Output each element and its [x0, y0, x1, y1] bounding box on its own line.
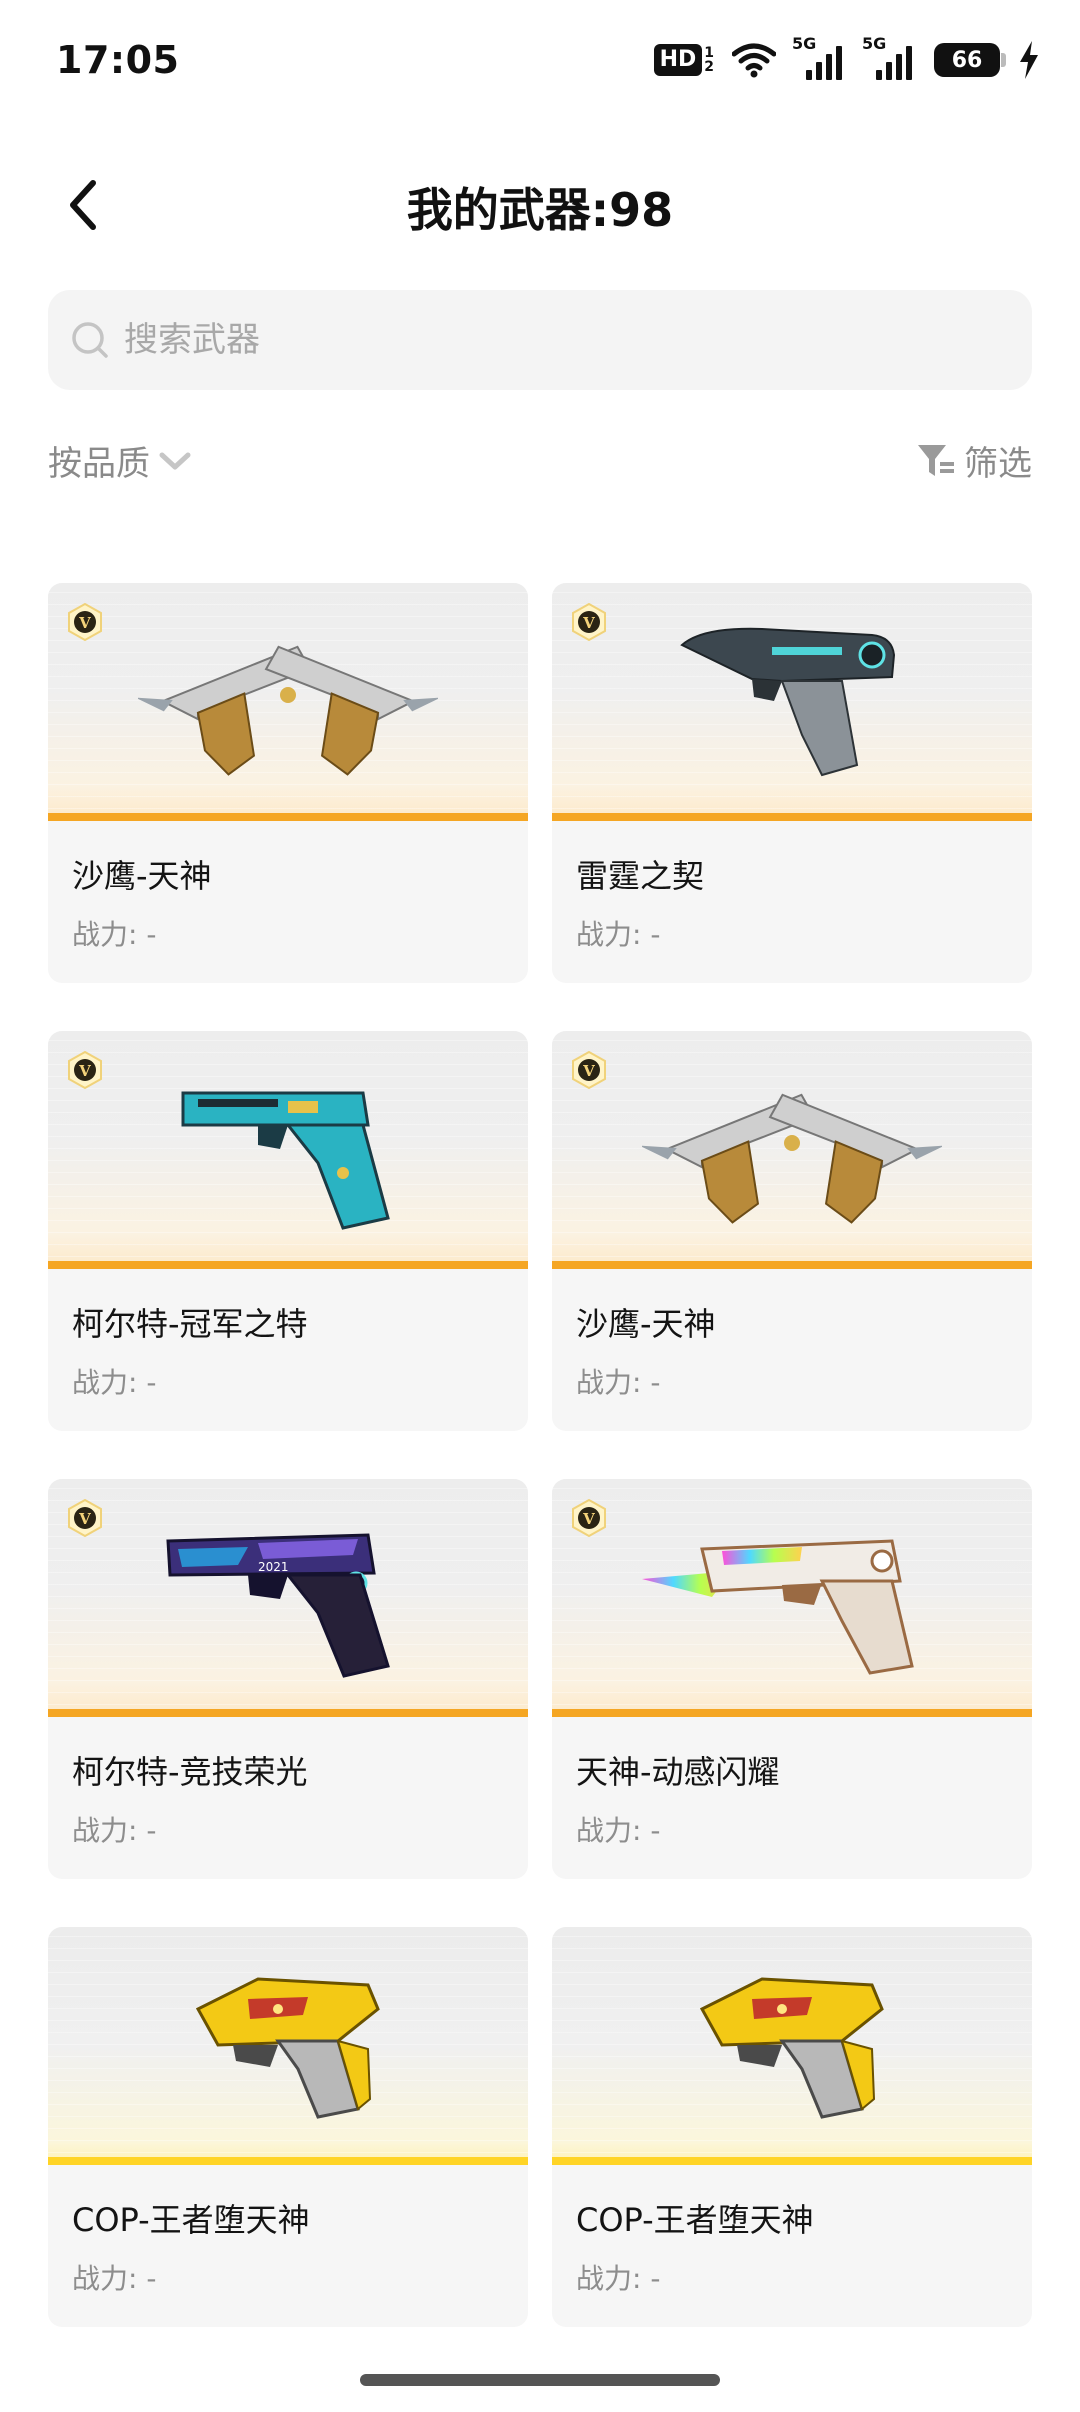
weapon-power: 战力: - [576, 1814, 661, 1847]
weapon-name: 雷霆之契 [576, 857, 705, 895]
pistol-purple-icon: 2021 [166, 1533, 390, 1678]
v-badge-icon: V [68, 1499, 102, 1537]
search-input[interactable] [122, 319, 1006, 361]
weapon-image-area: V [552, 583, 1032, 821]
v-badge-icon: V [572, 1051, 606, 1089]
weapon-card[interactable]: V 2021 柯尔特-竞技荣光 战力: - [48, 1479, 528, 1879]
pistol-rainbow-icon [642, 1539, 914, 1675]
wifi-icon [732, 43, 776, 78]
status-time: 17:05 [56, 38, 180, 82]
weapon-power: 战力: - [576, 2262, 661, 2295]
rarity-bar [48, 2157, 528, 2165]
v-badge-icon: V [68, 1051, 102, 1089]
v-badge-icon: V [572, 1499, 606, 1537]
rarity-bar [48, 1261, 528, 1269]
weapon-card[interactable]: V 天神-动感闪耀 战力: - [552, 1479, 1032, 1879]
weapon-image-area: V [552, 1479, 1032, 1717]
hd-icon: HD 1 2 [653, 44, 714, 76]
chevron-down-icon [159, 452, 191, 469]
status-icons: HD 1 2 5G 5G 66 [653, 34, 1040, 84]
weapon-image-area: V [552, 1031, 1032, 1269]
page-title: 我的武器:98 [406, 183, 674, 237]
weapon-power: 战力: - [72, 1366, 157, 1399]
v-badge-icon: V [68, 603, 102, 641]
filter-button[interactable]: 筛选 [916, 436, 1032, 485]
svg-text:2021: 2021 [258, 1560, 289, 1574]
weapon-card[interactable]: V 沙鹰-天神 战力: - [48, 583, 528, 983]
hd-sub-bottom: 2 [704, 59, 714, 75]
weapon-name: 柯尔特-竞技荣光 [72, 1753, 308, 1791]
weapon-name: COP-王者堕天神 [576, 2201, 814, 2239]
svg-text:V: V [582, 1062, 595, 1080]
rarity-bar [552, 813, 1032, 821]
weapon-power: 战力: - [576, 918, 661, 951]
hd-sub-top: 1 [704, 45, 714, 61]
pistol-dark-icon [680, 627, 896, 777]
weapon-image-area: V 2021 [48, 1479, 528, 1717]
weapon-power: 战力: - [72, 918, 157, 951]
weapon-name: 柯尔特-冠军之特 [72, 1305, 308, 1343]
battery-level: 66 [951, 47, 983, 73]
weapon-power: 战力: - [72, 1814, 157, 1847]
charging-icon [1020, 41, 1038, 79]
header: 我的武器:98 [0, 150, 1080, 260]
weapon-card[interactable]: COP-王者堕天神 战力: - [552, 1927, 1032, 2327]
v-badge-icon: V [572, 603, 606, 641]
pistol-yellow-icon [699, 1977, 884, 2119]
rarity-bar [48, 813, 528, 821]
weapon-image-area: V [48, 583, 528, 821]
weapon-name: 天神-动感闪耀 [576, 1753, 780, 1791]
search-icon [70, 320, 110, 360]
dual-pistol-gold-icon [642, 1093, 942, 1224]
weapon-image-area: V [48, 1031, 528, 1269]
weapon-list-screen: 17:05 HD 1 2 5G 5G 66 我的武器:98 搜索武器 按品质 筛… [0, 0, 1080, 2412]
signal-icon-1: 5G [792, 34, 846, 80]
hd-label: HD [653, 44, 703, 76]
weapon-card[interactable]: COP-王者堕天神 战力: - [48, 1927, 528, 2327]
battery-icon: 66 [934, 43, 1006, 77]
weapon-name: 沙鹰-天神 [72, 857, 212, 895]
pistol-yellow-icon [195, 1977, 380, 2119]
rarity-bar [552, 1261, 1032, 1269]
weapon-card[interactable]: V 柯尔特-冠军之特 战力: - [48, 1031, 528, 1431]
weapon-card[interactable]: V 雷霆之契 战力: - [552, 583, 1032, 983]
svg-text:V: V [582, 1510, 595, 1528]
dual-pistol-gold-icon [138, 645, 438, 776]
filter-label: 筛选 [964, 444, 1032, 484]
weapon-name: COP-王者堕天神 [72, 2201, 310, 2239]
pistol-teal-icon [181, 1091, 390, 1230]
rarity-bar [48, 1709, 528, 1717]
sort-by-quality-dropdown[interactable]: 按品质 [48, 436, 192, 485]
home-indicator[interactable] [360, 2374, 720, 2386]
rarity-bar [552, 1709, 1032, 1717]
weapon-card[interactable]: V 沙鹰-天神 战力: - [552, 1031, 1032, 1431]
svg-text:V: V [78, 1062, 91, 1080]
sort-label: 按品质 [48, 444, 150, 484]
weapon-power: 战力: - [576, 1366, 661, 1399]
filter-row: 按品质 筛选 [48, 436, 1032, 496]
signal-label-2: 5G [862, 34, 887, 53]
weapon-power: 战力: - [72, 2262, 157, 2295]
weapon-grid: V 沙鹰-天神 战力: - V 雷霆之契 战力: - V 柯尔特-冠军之特 战力… [48, 583, 1032, 2327]
rarity-bar [552, 2157, 1032, 2165]
status-bar: 17:05 HD 1 2 5G 5G 66 [0, 0, 1080, 120]
search-bar[interactable] [48, 290, 1032, 390]
weapon-image-area [552, 1927, 1032, 2165]
svg-text:V: V [582, 614, 595, 632]
weapon-name: 沙鹰-天神 [576, 1305, 716, 1343]
filter-icon [918, 444, 954, 476]
signal-label-1: 5G [792, 34, 817, 53]
weapon-image-area [48, 1927, 528, 2165]
svg-text:V: V [78, 1510, 91, 1528]
signal-icon-2: 5G [862, 34, 916, 80]
svg-text:V: V [78, 614, 91, 632]
